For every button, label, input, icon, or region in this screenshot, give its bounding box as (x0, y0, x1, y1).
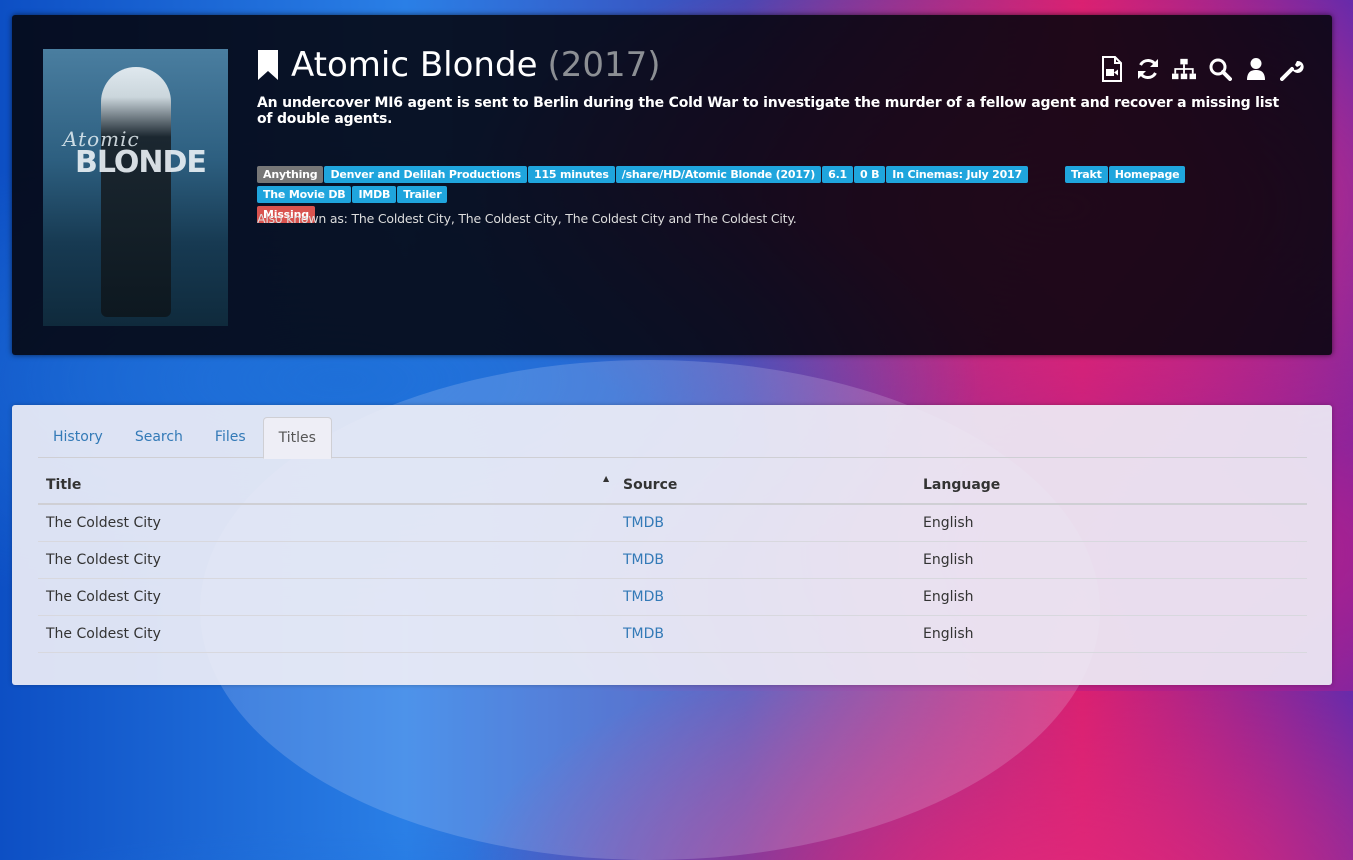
source-cell: TMDB (615, 541, 915, 579)
imdb-link[interactable]: IMDB (352, 186, 397, 203)
user-icon[interactable] (1244, 56, 1268, 82)
alternative-titles-table: Title ▲ Source Language The Coldest City … (38, 467, 1307, 653)
source-link[interactable]: TMDB (623, 552, 664, 568)
source-link[interactable]: TMDB (623, 515, 664, 531)
column-header-language[interactable]: Language (915, 467, 1307, 505)
title-cell: The Coldest City (38, 578, 615, 616)
language-cell: English (915, 504, 1307, 542)
source-link[interactable]: TMDB (623, 589, 664, 605)
title-row: Atomic Blonde (2017) (257, 45, 661, 85)
table-row: The Coldest City TMDB English (38, 615, 1307, 653)
title-cell: The Coldest City (38, 504, 615, 542)
tab-files[interactable]: Files (200, 417, 261, 457)
movie-poster: Atomic BLONDE (43, 49, 228, 326)
bookmark-icon[interactable] (257, 49, 279, 81)
table-row: The Coldest City TMDB English (38, 578, 1307, 616)
search-icon[interactable] (1208, 56, 1232, 82)
tab-search[interactable]: Search (120, 417, 198, 457)
movie-header: Atomic BLONDE Atomic Blonde (2017) An un… (12, 15, 1332, 355)
details-tabs: History Search Files Titles (38, 417, 1307, 459)
poster-title-line2: BLONDE (75, 145, 207, 180)
table-header-row: Title ▲ Source Language (38, 467, 1307, 505)
column-header-source[interactable]: ▲ Source (603, 467, 915, 505)
sort-ascending-icon: ▲ (603, 474, 610, 483)
movie-toolbar (1100, 56, 1304, 82)
wrench-icon[interactable] (1280, 56, 1304, 82)
source-cell: TMDB (615, 615, 915, 653)
tab-titles[interactable]: Titles (262, 417, 332, 459)
sitemap-icon[interactable] (1172, 56, 1196, 82)
tab-history[interactable]: History (38, 417, 118, 457)
title-cell: The Coldest City (38, 541, 615, 579)
column-header-title[interactable]: Title (38, 467, 615, 505)
runtime-label: 115 minutes (527, 166, 615, 183)
poster-figure (101, 67, 171, 317)
in-cinemas-label: In Cinemas: July 2017 (886, 166, 1028, 183)
column-header-source-label: Source (623, 477, 678, 493)
also-known-as: Also known as: The Coldest City, The Col… (257, 211, 797, 226)
table-row: The Coldest City TMDB English (38, 504, 1307, 542)
trakt-link[interactable]: Trakt (1064, 166, 1108, 183)
tmdb-link[interactable]: The Movie DB (257, 186, 352, 203)
profile-label: Anything (257, 166, 324, 183)
title-cell: The Coldest City (38, 615, 615, 653)
source-cell: TMDB (615, 578, 915, 616)
language-cell: English (915, 541, 1307, 579)
source-link[interactable]: TMDB (623, 626, 664, 642)
table-row: The Coldest City TMDB English (38, 541, 1307, 579)
language-cell: English (915, 615, 1307, 653)
path-label: /share/HD/Atomic Blonde (2017) (615, 166, 822, 183)
refresh-icon[interactable] (1136, 56, 1160, 82)
file-video-icon[interactable] (1100, 56, 1124, 82)
source-cell: TMDB (615, 504, 915, 542)
language-cell: English (915, 578, 1307, 616)
size-label: 0 B (854, 166, 886, 183)
trailer-link[interactable]: Trailer (397, 186, 448, 203)
studio-label: Denver and Delilah Productions (324, 166, 527, 183)
details-panel: History Search Files Titles Title ▲ Sourc… (12, 405, 1332, 685)
homepage-link[interactable]: Homepage (1108, 166, 1186, 183)
movie-year: (2017) (547, 45, 661, 85)
rating-label: 6.1 (822, 166, 854, 183)
movie-title: Atomic Blonde (291, 45, 538, 85)
movie-overview: An undercover MI6 agent is sent to Berli… (257, 95, 1280, 127)
